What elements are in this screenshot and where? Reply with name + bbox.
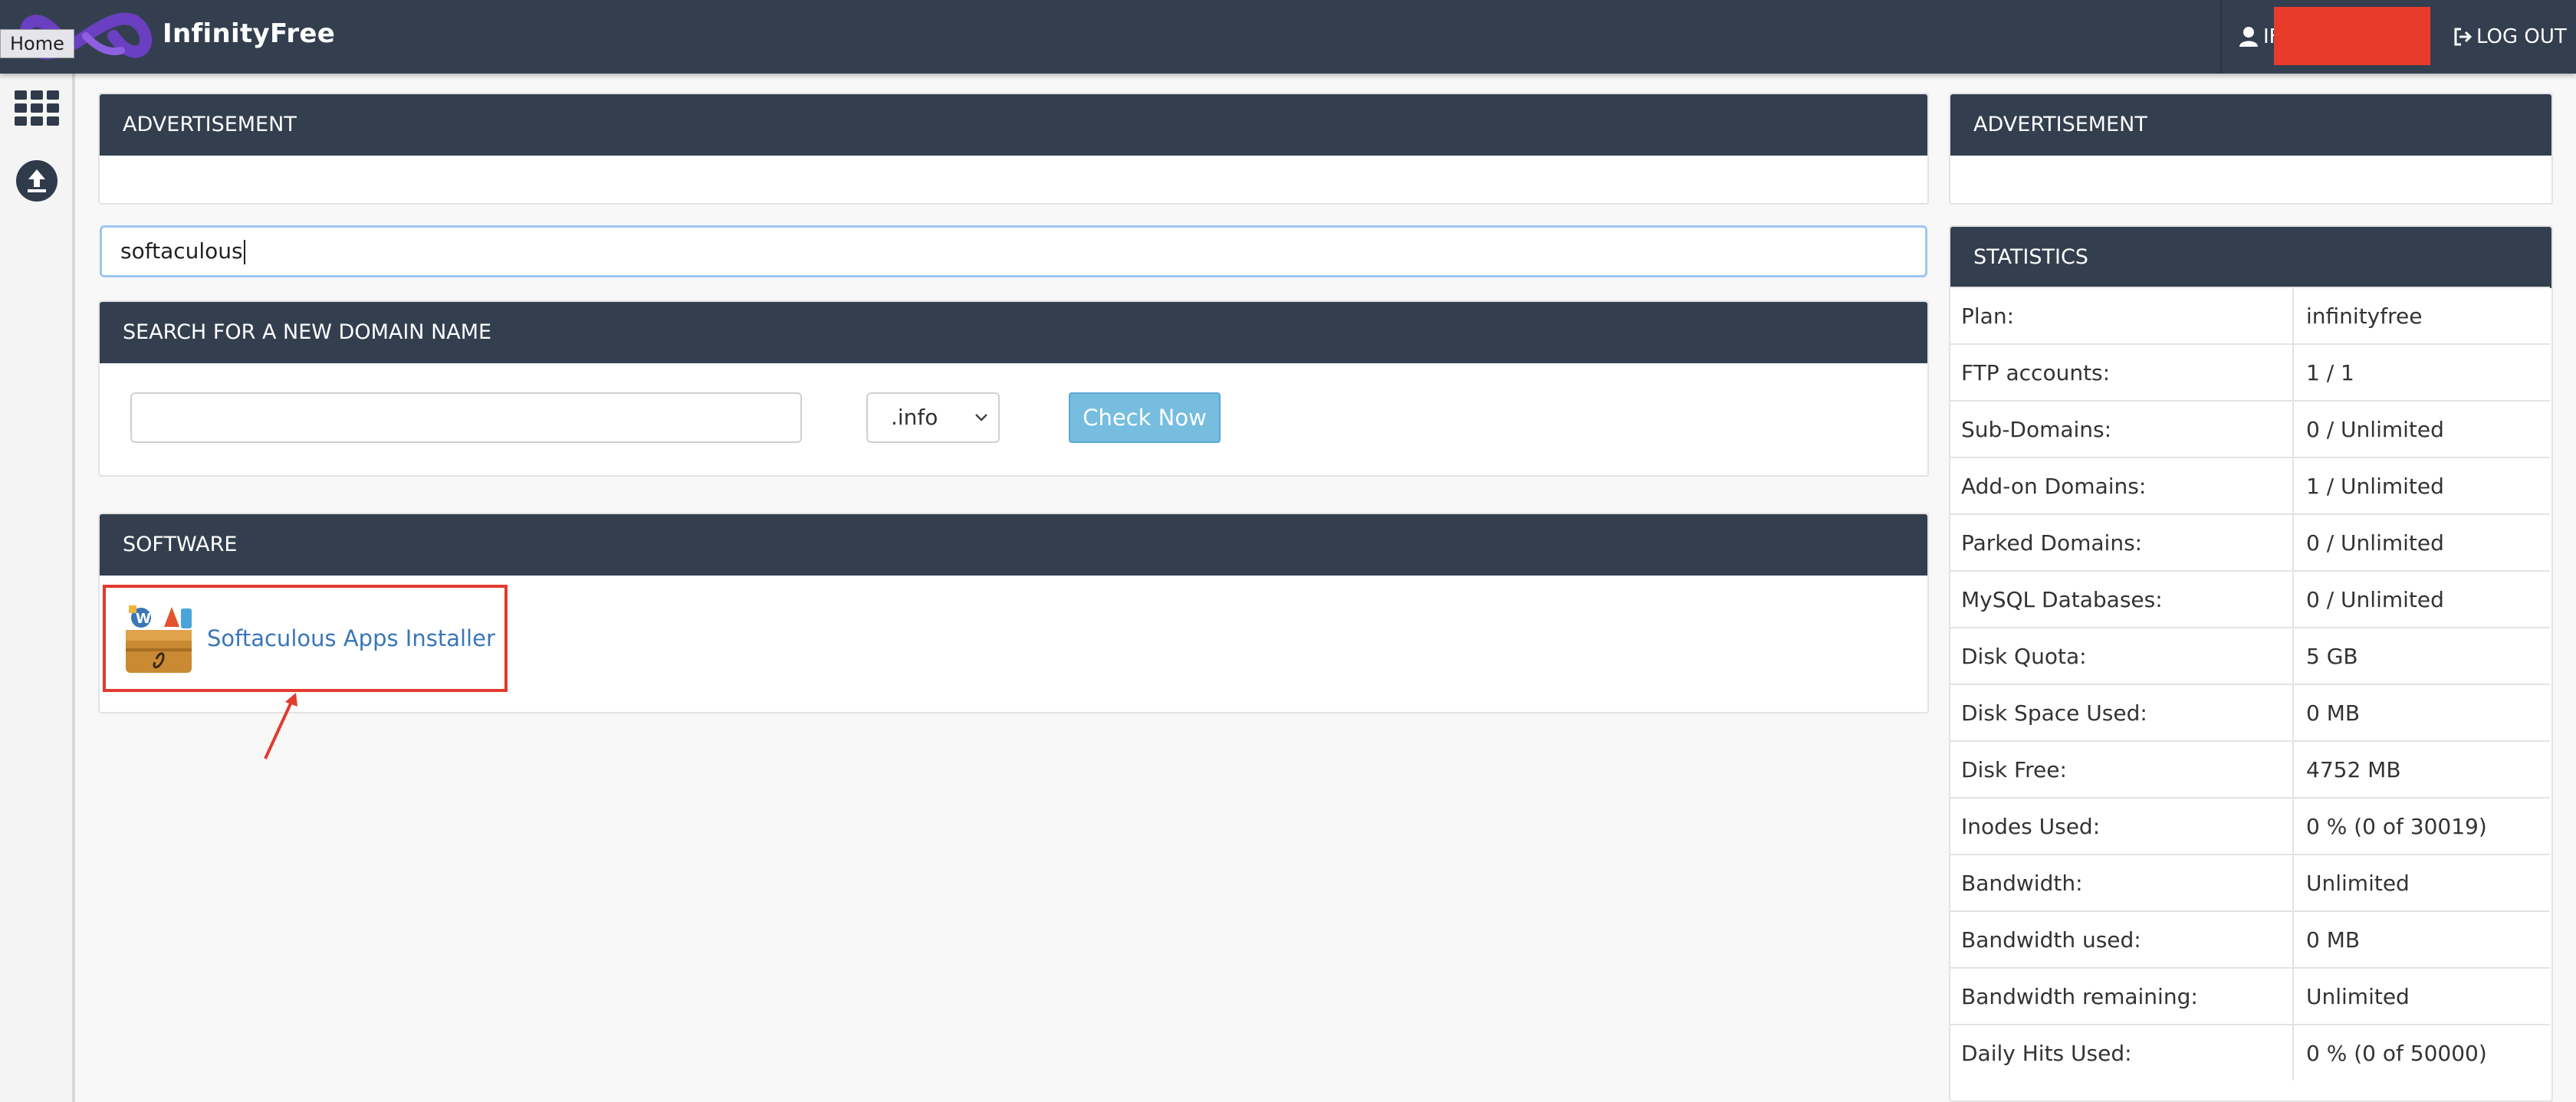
logout-label: LOG OUT bbox=[2476, 25, 2567, 48]
stats-row: Daily Hits Used: 0 % (0 of 50000) bbox=[1950, 1024, 2550, 1081]
user-icon bbox=[2239, 27, 2258, 47]
svg-text:W: W bbox=[136, 611, 151, 627]
softaculous-apps-installer-link[interactable]: W Softaculous Apps Installer bbox=[103, 585, 508, 692]
stat-value: 0 / Unlimited bbox=[2306, 587, 2444, 612]
stats-row: Bandwidth used: 0 MB bbox=[1950, 910, 2550, 967]
stat-value: 1 / 1 bbox=[2306, 360, 2354, 385]
advertisement-title-right: ADVERTISEMENT bbox=[1950, 94, 2551, 156]
stats-row: Plan: infinityfree bbox=[1950, 287, 2550, 343]
stat-label: Bandwidth remaining: bbox=[1961, 984, 2198, 1009]
stat-value: 4752 MB bbox=[2306, 757, 2401, 782]
stats-row: Disk Quota: 5 GB bbox=[1950, 627, 2550, 684]
stat-value: 0 MB bbox=[2306, 700, 2361, 726]
stat-label: FTP accounts: bbox=[1961, 360, 2111, 385]
search-input-value: softaculous bbox=[120, 238, 243, 264]
chevron-down-icon bbox=[975, 414, 987, 421]
advertisement-title-left: ADVERTISEMENT bbox=[100, 94, 1927, 156]
software-title: SOFTWARE bbox=[100, 514, 1927, 576]
stat-value: Unlimited bbox=[2306, 871, 2410, 896]
softaculous-icon: W bbox=[126, 605, 192, 673]
stat-label: Parked Domains: bbox=[1961, 530, 2143, 556]
stats-row: Bandwidth: Unlimited bbox=[1950, 854, 2550, 910]
logout-icon bbox=[2454, 28, 2472, 46]
stats-row: Inodes Used: 0 % (0 of 30019) bbox=[1950, 797, 2550, 854]
search-input[interactable]: softaculous bbox=[100, 225, 1927, 277]
stat-value: 0 MB bbox=[2306, 927, 2361, 953]
domain-search-title: SEARCH FOR A NEW DOMAIN NAME bbox=[100, 302, 1927, 363]
stat-value: 0 / Unlimited bbox=[2306, 530, 2444, 556]
stat-label: Daily Hits Used: bbox=[1961, 1041, 2132, 1066]
domain-name-input[interactable] bbox=[130, 392, 802, 443]
stat-label: Bandwidth used: bbox=[1961, 927, 2141, 953]
softaculous-apps-installer-label: Softaculous Apps Installer bbox=[207, 625, 495, 651]
stat-label: Disk Free: bbox=[1961, 757, 2067, 782]
redacted-username-block bbox=[2274, 7, 2430, 65]
top-navbar: Home InfinityFree IF LOG OUT bbox=[0, 0, 2576, 74]
stats-row: MySQL Databases: 0 / Unlimited bbox=[1950, 570, 2550, 627]
brand-name[interactable]: InfinityFree bbox=[163, 18, 335, 49]
tld-select[interactable]: .info bbox=[866, 392, 1000, 443]
stat-value: 0 % (0 of 50000) bbox=[2306, 1041, 2487, 1066]
stat-value: 5 GB bbox=[2306, 644, 2358, 669]
advertisement-panel-left: ADVERTISEMENT bbox=[98, 93, 1929, 205]
stats-row: Disk Free: 4752 MB bbox=[1950, 740, 2550, 797]
stat-label: Add-on Domains: bbox=[1961, 474, 2147, 499]
logout-button[interactable]: LOG OUT bbox=[2452, 21, 2567, 52]
software-panel: SOFTWARE W Softaculous Apps Installer bbox=[98, 513, 1929, 713]
stats-row: Disk Space Used: 0 MB bbox=[1950, 684, 2550, 740]
stats-row: Add-on Domains: 1 / Unlimited bbox=[1950, 457, 2550, 513]
stat-label: Disk Space Used: bbox=[1961, 700, 2147, 726]
upload-icon[interactable] bbox=[15, 159, 58, 202]
statistics-title: STATISTICS bbox=[1950, 227, 2551, 288]
stat-value: infinityfree bbox=[2306, 303, 2423, 329]
nav-divider bbox=[2220, 0, 2222, 74]
stat-value: 0 / Unlimited bbox=[2306, 417, 2444, 442]
stat-value: 1 / Unlimited bbox=[2306, 474, 2444, 499]
stats-row: Parked Domains: 0 / Unlimited bbox=[1950, 513, 2550, 570]
stats-row: FTP accounts: 1 / 1 bbox=[1950, 343, 2550, 400]
check-now-button[interactable]: Check Now bbox=[1069, 392, 1221, 443]
stats-row: Sub-Domains: 0 / Unlimited bbox=[1950, 400, 2550, 457]
left-sidebar bbox=[0, 74, 75, 1102]
stats-row: Bandwidth remaining: Unlimited bbox=[1950, 967, 2550, 1024]
domain-search-panel: SEARCH FOR A NEW DOMAIN NAME .info Check… bbox=[98, 300, 1929, 477]
stat-label: MySQL Databases: bbox=[1961, 587, 2163, 612]
stat-label: Bandwidth: bbox=[1961, 871, 2083, 896]
text-caret bbox=[243, 240, 245, 264]
stat-label: Plan: bbox=[1961, 303, 2015, 329]
stat-label: Inodes Used: bbox=[1961, 814, 2101, 839]
stat-label: Disk Quota: bbox=[1961, 644, 2087, 669]
statistics-panel: STATISTICS Plan: infinityfree FTP account… bbox=[1949, 225, 2553, 1102]
stat-value: Unlimited bbox=[2306, 984, 2410, 1009]
stat-value: 0 % (0 of 30019) bbox=[2306, 814, 2487, 839]
advertisement-panel-right: ADVERTISEMENT bbox=[1949, 93, 2553, 205]
home-tooltip: Home bbox=[0, 29, 74, 58]
annotation-arrow-icon bbox=[264, 693, 297, 759]
stat-label: Sub-Domains: bbox=[1961, 417, 2112, 442]
tld-selected-value: .info bbox=[891, 405, 938, 430]
apps-grid-icon[interactable] bbox=[15, 90, 59, 126]
